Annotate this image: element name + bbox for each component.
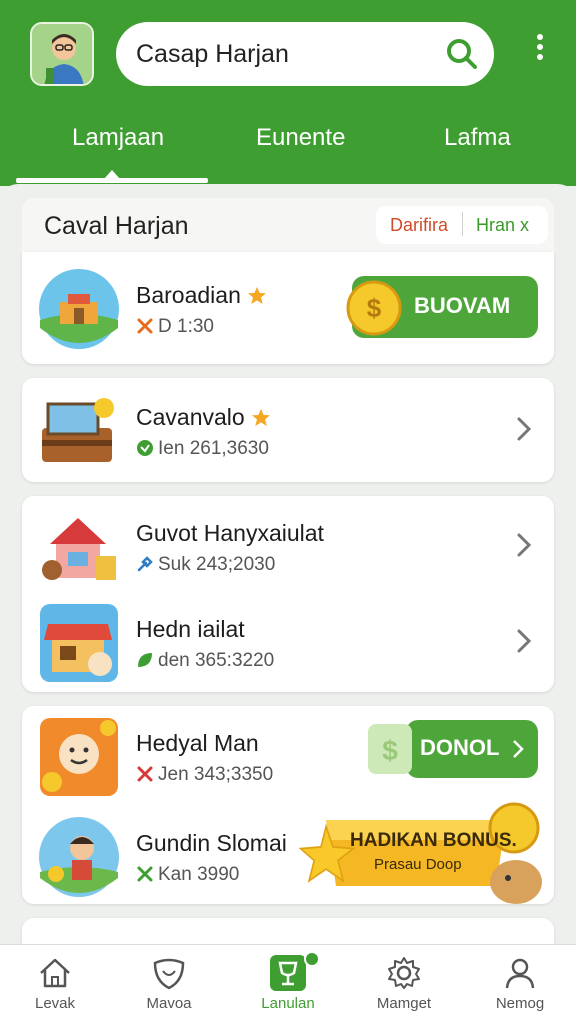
list-card: Baroadian D 1:30 $ BUOVAM bbox=[22, 252, 554, 364]
item-subtitle: den 365:3220 bbox=[136, 650, 274, 672]
bonus-subtitle: Prasau Doop bbox=[374, 856, 462, 873]
chevron-right-icon[interactable] bbox=[516, 532, 532, 558]
notification-badge bbox=[304, 951, 320, 967]
treasure-chest-icon bbox=[42, 398, 114, 462]
filter-chip[interactable]: Darifira Hran x bbox=[376, 206, 548, 244]
bottom-navigation: Levak Mavoa Lanulan Mamget Nemog bbox=[0, 944, 576, 1024]
dollar-note-icon: $ bbox=[368, 724, 412, 774]
home-icon bbox=[40, 958, 70, 988]
avatar[interactable] bbox=[30, 22, 94, 86]
trophy-icon bbox=[270, 955, 306, 991]
list-item[interactable]: Hedn iailat den 365:3220 bbox=[22, 592, 554, 692]
app-header: Casap Harjan Lamjaan Eunente Lafma bbox=[0, 0, 576, 186]
coin-icon: $ bbox=[346, 280, 402, 336]
tab-bar: Lamjaan Eunente Lafma bbox=[0, 114, 576, 186]
filter-chip-left[interactable]: Darifira bbox=[390, 215, 448, 236]
cross-icon bbox=[137, 766, 153, 782]
svg-text:$: $ bbox=[367, 293, 382, 323]
item-title: Hedn iailat bbox=[136, 616, 245, 642]
list-card: Guvot Hanyxaiulat Suk 243;2030 Hedn iail… bbox=[22, 496, 554, 692]
bonus-banner[interactable]: HADIKAN BONUS. Prasau Doop bbox=[296, 800, 548, 908]
filter-chip-right[interactable]: Hran x bbox=[476, 215, 529, 236]
tab-eunente[interactable]: Eunente bbox=[256, 124, 345, 152]
item-title: Baroadian bbox=[136, 282, 267, 309]
cross-tools-icon bbox=[137, 318, 153, 334]
heart-shield-icon bbox=[153, 958, 185, 990]
bonus-banner-graphic bbox=[298, 802, 542, 904]
leaf-icon bbox=[138, 653, 152, 667]
chevron-right-icon[interactable] bbox=[516, 628, 532, 654]
nav-item-mamget[interactable]: Mamget bbox=[354, 945, 454, 1024]
chevron-right-icon bbox=[513, 740, 524, 758]
nav-item-levak[interactable]: Levak bbox=[5, 945, 105, 1024]
item-title: Hedyal Man bbox=[136, 730, 259, 756]
sparkle-icon bbox=[137, 866, 153, 882]
bonus-title: HADIKAN BONUS. bbox=[350, 830, 517, 851]
item-title: Cavanvalo bbox=[136, 404, 271, 431]
list-item[interactable]: Baroadian D 1:30 $ BUOVAM bbox=[22, 258, 554, 358]
item-title: Gundin Slomai bbox=[136, 830, 287, 856]
avatar-image bbox=[32, 24, 92, 84]
section-header: Caval Harjan Darifira Hran x bbox=[22, 198, 554, 252]
tab-lamjaan[interactable]: Lamjaan bbox=[72, 124, 164, 152]
toy-house-icon bbox=[42, 518, 116, 580]
list-item[interactable]: Hedyal Man Jen 343;3350 $ DONOL bbox=[22, 706, 554, 806]
item-subtitle: Jen 343;3350 bbox=[136, 764, 273, 786]
buovam-button[interactable]: $ BUOVAM bbox=[346, 276, 538, 338]
search-bar[interactable]: Casap Harjan bbox=[116, 22, 494, 86]
nav-item-lanulan[interactable]: Lanulan bbox=[238, 945, 338, 1024]
item-subtitle: Suk 243;2030 bbox=[136, 554, 275, 576]
happy-coin-icon bbox=[40, 718, 118, 796]
list-item[interactable]: Guvot Hanyxaiulat Suk 243;2030 bbox=[22, 496, 554, 596]
gear-icon bbox=[388, 957, 420, 989]
user-icon bbox=[505, 958, 535, 989]
wrench-icon bbox=[137, 556, 153, 572]
chevron-right-icon[interactable] bbox=[516, 416, 532, 442]
item-title: Guvot Hanyxaiulat bbox=[136, 520, 324, 546]
svg-text:$: $ bbox=[382, 735, 398, 766]
search-input[interactable]: Casap Harjan bbox=[136, 40, 289, 69]
filter-chip-divider bbox=[462, 212, 463, 236]
section-title: Caval Harjan bbox=[44, 212, 189, 240]
item-subtitle: Kan 3990 bbox=[136, 864, 239, 886]
family-avatar-icon bbox=[39, 817, 119, 897]
item-subtitle: Ien 261,3630 bbox=[136, 438, 269, 460]
shop-stall-icon bbox=[40, 604, 118, 682]
star-icon bbox=[247, 287, 266, 304]
star-icon bbox=[251, 409, 270, 426]
list-card: Cavanvalo Ien 261,3630 bbox=[22, 378, 554, 482]
tab-active-indicator bbox=[16, 178, 208, 183]
nav-item-mavoa[interactable]: Mavoa bbox=[119, 945, 219, 1024]
tab-lafma[interactable]: Lafma bbox=[444, 124, 511, 152]
check-badge-icon bbox=[137, 440, 153, 456]
donol-button[interactable]: $ DONOL bbox=[368, 720, 538, 778]
playground-icon bbox=[39, 269, 119, 349]
search-icon[interactable] bbox=[444, 36, 480, 72]
more-options-icon[interactable] bbox=[534, 34, 546, 70]
list-item[interactable]: Cavanvalo Ien 261,3630 bbox=[22, 380, 554, 480]
item-subtitle: D 1:30 bbox=[136, 316, 214, 338]
nav-item-nemog[interactable]: Nemog bbox=[470, 945, 570, 1024]
